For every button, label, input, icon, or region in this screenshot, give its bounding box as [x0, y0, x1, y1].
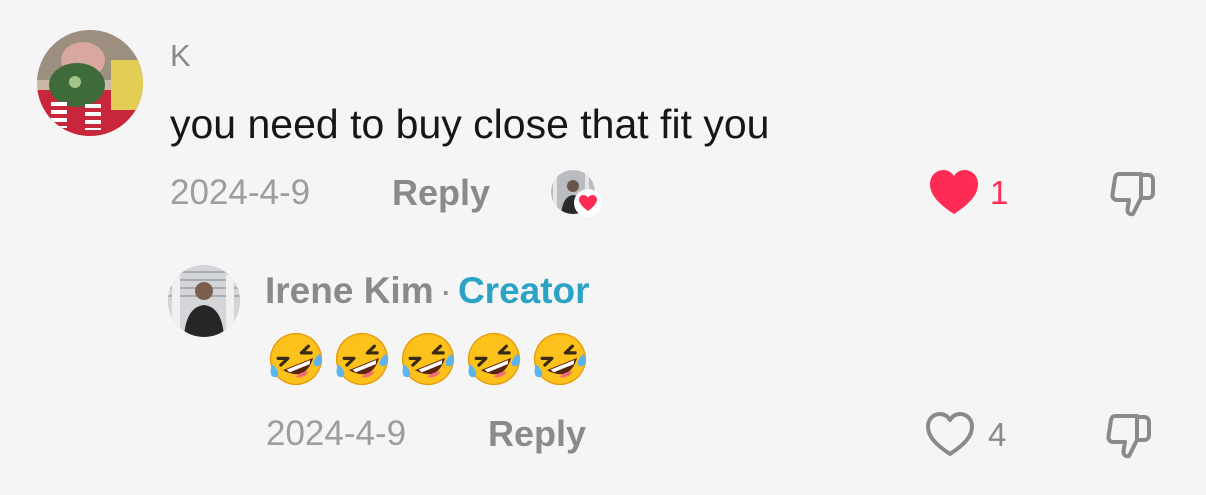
reply-header-separator: · [439, 270, 452, 311]
reply-date: 2024-4-9 [266, 414, 407, 453]
rofl-emoji-icon [399, 330, 457, 388]
rofl-emoji-icon [333, 330, 391, 388]
heart-outline-icon [926, 412, 974, 456]
heart-badge-icon [574, 189, 602, 217]
rofl-emoji-icon [465, 330, 523, 388]
reply-text [267, 330, 589, 388]
rofl-emoji-icon [267, 330, 325, 388]
commenter-avatar[interactable] [37, 30, 143, 136]
thumbs-down-icon [1110, 172, 1155, 217]
reply-to-reply-button[interactable]: Reply [488, 412, 586, 456]
comment-date: 2024-4-9 [170, 173, 311, 212]
reply-header: Irene Kim · Creator [265, 268, 590, 314]
rofl-emoji-icon [531, 330, 589, 388]
reply-author-name[interactable]: Irene Kim [265, 270, 434, 311]
thumbs-down-icon [1106, 414, 1151, 459]
commenter-username[interactable]: K [170, 36, 191, 76]
like-count: 1 [990, 174, 1009, 211]
comment-text: you need to buy close that fit you [170, 101, 770, 147]
reply-dislike-button[interactable] [1101, 408, 1157, 462]
reply-author-avatar[interactable] [168, 265, 240, 337]
reply-like-button[interactable] [922, 408, 978, 460]
reply-button[interactable]: Reply [392, 171, 490, 215]
dislike-button[interactable] [1105, 166, 1161, 220]
creator-liked-indicator [551, 170, 602, 220]
heart-filled-icon [930, 170, 978, 214]
like-button[interactable] [926, 166, 982, 218]
reply-like-count: 4 [988, 416, 1007, 453]
creator-badge: Creator [457, 270, 590, 311]
